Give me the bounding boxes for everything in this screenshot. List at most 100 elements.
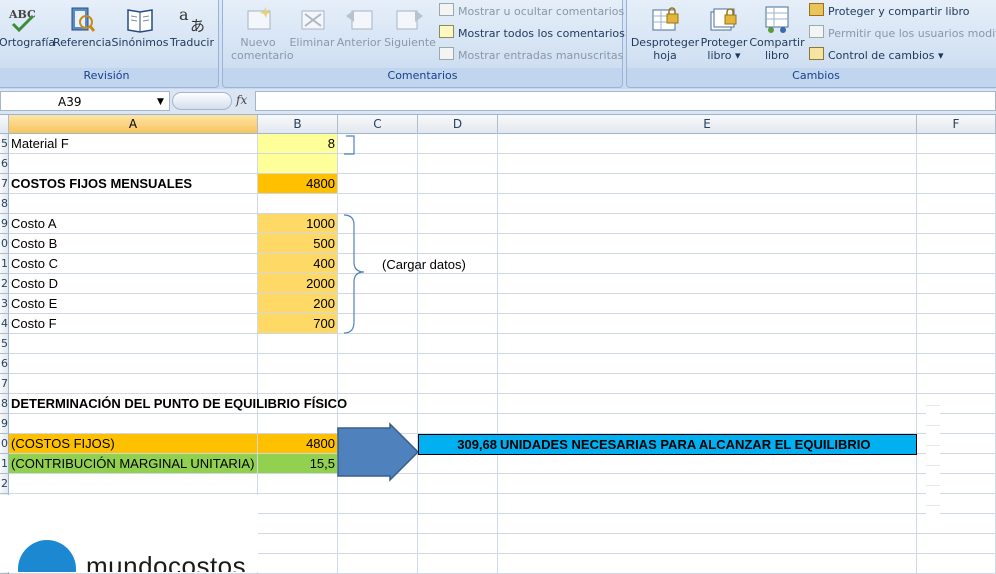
row-header[interactable]: 7 [0,374,9,394]
cell-c[interactable] [338,234,418,254]
cell-f[interactable] [917,134,996,154]
cell-f[interactable] [917,214,996,234]
cell-e[interactable] [498,374,917,394]
row-header[interactable]: 2 [0,474,9,494]
cell-c[interactable] [338,414,418,434]
protect-book-button[interactable]: Proteger libro ▾ [699,4,749,62]
cell-d[interactable] [418,534,498,554]
cell-a[interactable] [9,334,258,354]
cell-b[interactable]: 1000 [258,214,338,234]
cell-c[interactable] [338,334,418,354]
cell-b[interactable]: 500 [258,234,338,254]
select-all-corner[interactable] [0,115,9,134]
cell-b[interactable] [258,394,338,414]
cell-e[interactable] [498,134,917,154]
share-book-button[interactable]: Compartir libro [749,4,805,62]
translate-button[interactable]: aあ Traducir [167,4,217,49]
show-hide-comments-button[interactable]: Mostrar u ocultar comentarios [439,3,624,21]
cell-b[interactable]: 8 [258,134,338,154]
cell-d[interactable] [418,394,498,414]
cell-e[interactable] [498,254,917,274]
cell-e[interactable] [498,194,917,214]
cell-a[interactable]: DETERMINACIÓN DEL PUNTO DE EQUILIBRIO FÍ… [9,394,347,414]
cell-e[interactable] [498,534,917,554]
cell-c[interactable] [338,554,418,574]
synonyms-button[interactable]: Sinónimos [111,4,169,49]
row-header[interactable]: 2 [0,274,9,294]
row-header[interactable]: 9 [0,414,9,434]
row-header[interactable]: 4 [0,314,9,334]
result-label[interactable]: UNIDADES NECESARIAS PARA ALCANZAR EL EQU… [500,435,871,454]
show-ink-button[interactable]: Mostrar entradas manuscritas [439,47,623,65]
previous-comment-button[interactable]: Anterior [335,4,383,49]
cell-e[interactable] [498,554,917,574]
cell-f[interactable] [917,314,996,334]
cell-f[interactable] [917,174,996,194]
cell-d[interactable] [418,474,498,494]
cell-e[interactable] [498,454,917,474]
cell-f[interactable] [917,534,996,554]
cell-d[interactable] [418,414,498,434]
row-header[interactable]: 8 [0,394,9,414]
cell-d[interactable] [418,154,498,174]
cell-c[interactable] [338,374,418,394]
formula-input[interactable] [255,91,996,111]
cell-c[interactable] [338,514,418,534]
cell-e[interactable] [498,234,917,254]
cell-a[interactable]: Costo F [9,314,258,334]
cell-b[interactable] [258,374,338,394]
cell-c[interactable] [338,274,418,294]
next-comment-button[interactable]: Siguiente [383,4,437,49]
spelling-button[interactable]: ABC Ortografía [0,4,55,49]
cell-c[interactable] [338,194,418,214]
cell-e[interactable] [498,474,917,494]
cell-d[interactable] [418,174,498,194]
cell-c[interactable] [338,494,418,514]
cell-a[interactable] [9,194,258,214]
cell-d[interactable] [418,354,498,374]
cell-c[interactable] [338,154,418,174]
cell-e[interactable] [498,174,917,194]
cell-a[interactable] [9,354,258,374]
cell-d[interactable] [418,314,498,334]
cell-b[interactable] [258,194,338,214]
cell-b[interactable] [258,334,338,354]
cell-e[interactable] [498,354,917,374]
protect-share-book-button[interactable]: Proteger y compartir libro [809,3,970,21]
cell-b[interactable] [258,414,338,434]
allow-users-edit-button[interactable]: Permitir que los usuarios modifiq [809,25,996,43]
name-box-dropdown-icon[interactable]: ▼ [157,92,164,112]
cell-d[interactable] [418,454,498,474]
cell-f[interactable] [917,154,996,174]
cell-b[interactable]: 2000 [258,274,338,294]
cell-b[interactable]: 15,5 [258,454,338,474]
cell-d[interactable] [418,294,498,314]
cell-a[interactable]: (CONTRIBUCIÓN MARGINAL UNITARIA) [9,454,258,474]
cell-d[interactable] [418,494,498,514]
cell-f[interactable] [917,354,996,374]
column-header-f[interactable]: F [917,115,996,134]
cell-f[interactable] [917,334,996,354]
cell-b[interactable]: 4800 [258,434,338,454]
cell-a[interactable]: Costo B [9,234,258,254]
cell-a[interactable]: Costo E [9,294,258,314]
cell-c[interactable] [338,434,418,454]
cell-c[interactable] [338,214,418,234]
cell-b[interactable]: 4800 [258,174,338,194]
row-header[interactable]: 7 [0,174,9,194]
cell-a[interactable] [9,474,258,494]
new-comment-button[interactable]: Nuevo comentario [231,4,294,62]
delete-comment-button[interactable]: Eliminar [289,4,335,49]
formula-splitter[interactable] [172,92,232,110]
cell-a[interactable]: Costo C [9,254,258,274]
row-header[interactable]: 1 [0,254,9,274]
cell-c[interactable] [338,454,418,474]
cell-c[interactable] [338,394,418,414]
cell-d[interactable] [418,374,498,394]
cell-b[interactable]: 400 [258,254,338,274]
cell-b[interactable]: 700 [258,314,338,334]
cell-c[interactable] [338,174,418,194]
result-value[interactable]: 309,68 [419,435,497,454]
cell-e[interactable] [498,214,917,234]
reference-button[interactable]: Referencia [53,4,111,49]
